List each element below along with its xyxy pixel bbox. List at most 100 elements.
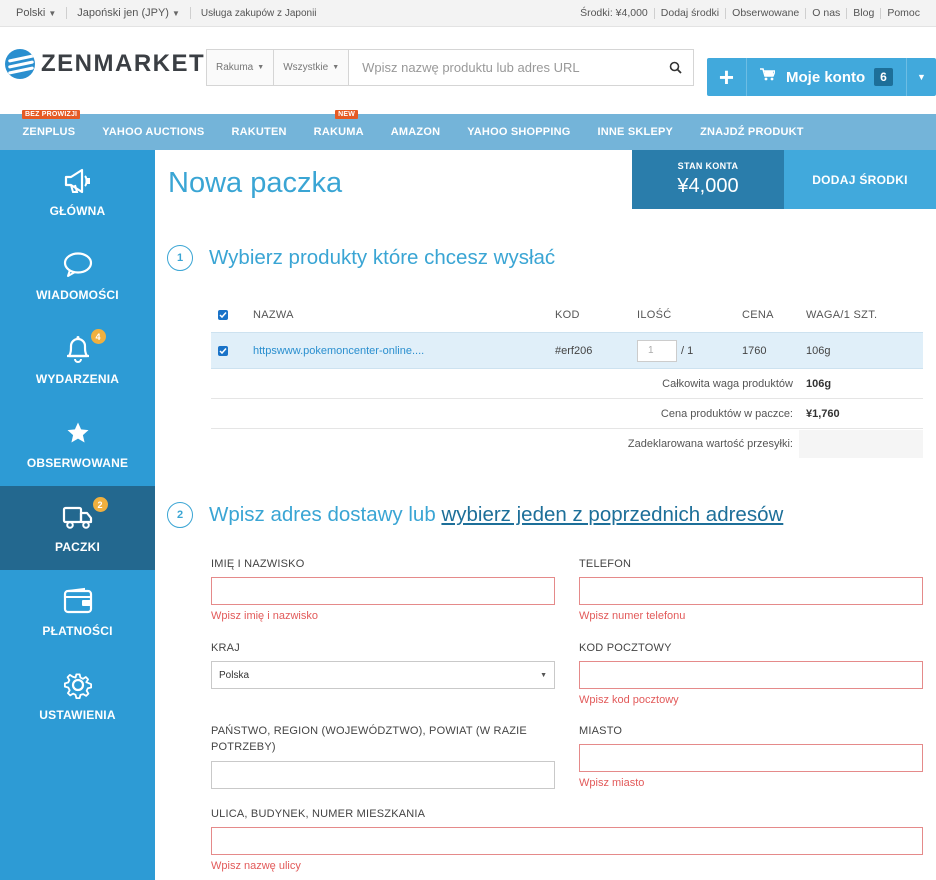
quantity-total: / 1	[681, 344, 694, 357]
sidebar-item-watchlist[interactable]: OBSERWOWANE	[0, 402, 155, 486]
zip-field[interactable]	[579, 661, 923, 689]
city-field[interactable]	[579, 744, 923, 772]
table-header: NAZWA KOD ILOŚĆ CENA WAGA/1 SZT.	[211, 298, 923, 332]
page-title: Nowa paczka	[168, 167, 343, 199]
plus-icon[interactable]: +	[707, 58, 747, 96]
topbar-link-watchlist[interactable]: Obserwowane	[726, 7, 805, 19]
quantity-input[interactable]: 1	[637, 339, 677, 362]
street-error: Wpisz nazwę ulicy	[211, 860, 301, 872]
street-field[interactable]	[211, 827, 923, 855]
product-checkbox[interactable]	[218, 345, 228, 356]
phone-field[interactable]	[579, 577, 923, 605]
topbar-link-balance[interactable]: Środki: ¥4,000	[574, 7, 654, 19]
main-nav: BEZ PROWIZJI ZENPLUS YAHOO AUCTIONS RAKU…	[0, 110, 936, 150]
chevron-down-icon: ▼	[540, 671, 547, 679]
balance-label: STAN KONTA	[677, 161, 739, 171]
account-button[interactable]: + Moje konto 6 ▼	[707, 58, 936, 96]
logo[interactable]: ZENMARKET	[5, 49, 205, 79]
step-title: Wybierz produkty które chcesz wysłać	[209, 246, 556, 269]
select-all-checkbox[interactable]	[218, 310, 228, 320]
chevron-down-icon: ▼	[257, 64, 265, 71]
product-weight: 106g	[806, 344, 831, 357]
nav-item-rakuten[interactable]: RAKUTEN	[218, 114, 300, 150]
nav-item-yahoo-shopping[interactable]: YAHOO SHOPPING	[454, 114, 584, 150]
search-bar: Rakuma ▼ Wszystkie ▼	[206, 49, 694, 86]
balance-panel: STAN KONTA ¥4,000	[632, 150, 784, 209]
header-weight: WAGA/1 SZT.	[806, 309, 878, 321]
header-name: NAZWA	[253, 309, 294, 321]
sidebar: GŁÓWNA WIADOMOŚCI 4 WYDARZENIA OBSERWOWA…	[0, 150, 155, 880]
logo-mark-icon	[5, 49, 35, 79]
chat-bubble-icon	[63, 252, 92, 277]
summary-row-weight: Całkowita waga produktów 106g	[211, 369, 923, 399]
header: ZENMARKET Rakuma▼ Wszystkie▼ + Moje kont…	[0, 27, 936, 114]
quantity-cell: 1 / 1	[637, 339, 694, 362]
top-utility-bar: Polski ▼ Japoński jen (JPY) ▼ Usługa zakup…	[0, 0, 936, 27]
country-select[interactable]: Polska ▼	[211, 661, 555, 689]
header-qty: ILOŚĆ	[637, 309, 672, 321]
name-error: Wpisz imię i nazwisko	[211, 610, 318, 622]
divider	[66, 7, 68, 19]
chevron-down-icon: ▼	[171, 9, 180, 18]
main-content: Nowa paczka STAN KONTA ¥4,000 DODAJ ŚROD…	[155, 150, 936, 880]
topbar-link-add-funds[interactable]: Dodaj środki	[655, 7, 725, 19]
phone-error: Wpisz numer telefonu	[579, 610, 686, 622]
chevron-down-icon[interactable]: ▼	[906, 58, 936, 96]
name-field-group: IMIĘ I NAZWISKO Wpisz imię i nazwisko	[211, 556, 555, 622]
logo-text: ZENMARKET	[41, 50, 206, 77]
product-link[interactable]: httpswww.pokemoncenter-online....	[253, 345, 424, 357]
truck-icon	[62, 506, 92, 529]
declared-value-input[interactable]	[799, 430, 923, 458]
nav-tag: BEZ PROWIZJI	[22, 110, 81, 119]
products-table: NAZWA KOD ILOŚĆ CENA WAGA/1 SZT. httpsww…	[211, 298, 923, 459]
sidebar-item-events[interactable]: 4 WYDARZENIA	[0, 318, 155, 402]
nav-item-zenplus[interactable]: BEZ PROWIZJI ZENPLUS	[9, 110, 89, 150]
step-1-header: 1 Wybierz produkty które chcesz wysłać	[167, 245, 555, 271]
account-badge: 6	[874, 68, 893, 86]
region-field-group: PAŃSTWO, REGION (WOJEWÓDZTWO), POWIAT (W…	[211, 723, 555, 789]
summary-row-price: Cena produktów w paczce: ¥1,760	[211, 399, 923, 429]
phone-field-group: TELEFON Wpisz numer telefonu	[579, 556, 923, 622]
step-2-header: 2 Wpisz adres dostawy lub wybierz jeden …	[167, 502, 783, 528]
currency-selector[interactable]: Japoński jen (JPY) ▼	[77, 7, 180, 19]
sidebar-item-packages[interactable]: 2 PACZKI	[0, 486, 155, 570]
divider	[189, 7, 191, 19]
zip-error: Wpisz kod pocztowy	[579, 694, 679, 706]
country-field-group: KRAJ Polska ▼	[211, 640, 555, 689]
search-input[interactable]	[349, 50, 657, 85]
city-field-group: MIASTO Wpisz miasto	[579, 723, 923, 789]
sidebar-item-messages[interactable]: WIADOMOŚCI	[0, 234, 155, 318]
table-row: httpswww.pokemoncenter-online.... #erf20…	[211, 332, 923, 369]
megaphone-icon	[64, 168, 90, 194]
step-title: Wpisz adres dostawy lub wybierz jeden z …	[209, 503, 784, 526]
category-select[interactable]: Wszystkie ▼	[274, 50, 350, 85]
events-badge: 4	[90, 329, 106, 344]
store-select[interactable]: Rakuma ▼	[207, 50, 275, 85]
search-icon[interactable]	[657, 50, 693, 85]
sidebar-item-settings[interactable]: USTAWIENIA	[0, 654, 155, 738]
star-icon	[67, 422, 88, 443]
sidebar-item-payments[interactable]: PŁATNOŚCI	[0, 570, 155, 654]
topbar-link-blog[interactable]: Blog	[847, 7, 880, 19]
product-price: 1760	[742, 344, 767, 357]
nav-item-rakuma[interactable]: NEW RAKUMA	[300, 110, 377, 150]
nav-item-yahoo-auctions[interactable]: YAHOO AUCTIONS	[89, 114, 218, 150]
account-label: Moje konto	[786, 68, 866, 86]
summary-row-declared-value: Zadeklarowana wartość przesyłki:	[211, 429, 923, 459]
step-number: 1	[167, 245, 193, 271]
language-selector[interactable]: Polski ▼	[16, 7, 56, 19]
nav-item-find-product[interactable]: ZNAJDŹ PRODUKT	[687, 114, 818, 150]
nav-item-other-stores[interactable]: INNE SKLEPY	[584, 114, 687, 150]
zip-field-group: KOD POCZTOWY Wpisz kod pocztowy	[579, 640, 923, 706]
add-funds-button[interactable]: DODAJ ŚRODKI	[784, 150, 936, 209]
chevron-down-icon: ▼	[332, 64, 340, 71]
previous-addresses-link[interactable]: wybierz jeden z poprzednich adresów	[441, 503, 783, 526]
sidebar-item-home[interactable]: GŁÓWNA	[0, 150, 155, 234]
nav-item-amazon[interactable]: AMAZON	[377, 114, 453, 150]
region-field[interactable]	[211, 761, 555, 789]
step-number: 2	[167, 502, 193, 528]
topbar-link-help[interactable]: Pomoc	[881, 7, 920, 19]
cart-icon	[760, 68, 777, 86]
topbar-link-about[interactable]: O nas	[806, 7, 846, 19]
name-field[interactable]	[211, 577, 555, 605]
